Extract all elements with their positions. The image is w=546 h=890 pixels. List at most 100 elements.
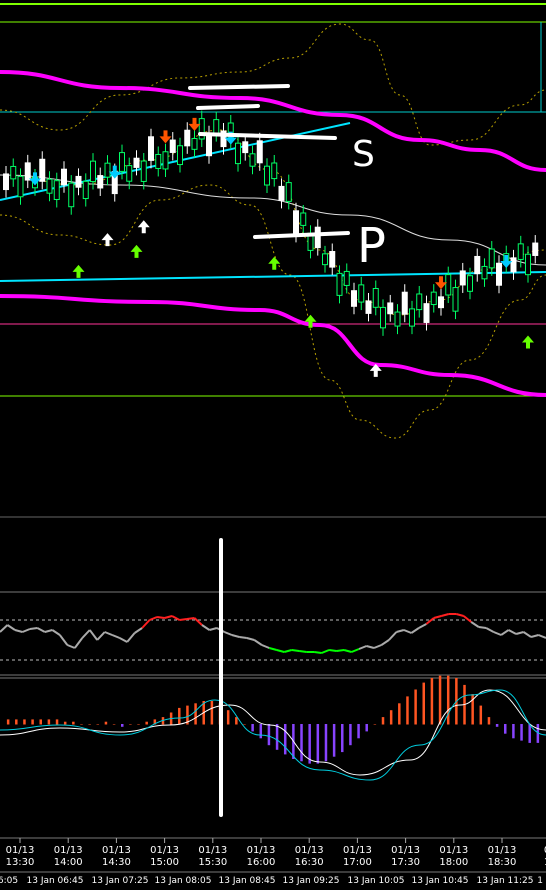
x-tick-date: 01/13 — [439, 845, 468, 856]
oscillator-segment — [66, 644, 76, 649]
oscillator-segment — [209, 627, 218, 631]
candle-body — [264, 165, 270, 186]
oscillator-segment — [231, 634, 240, 638]
oscillator-segment — [156, 616, 165, 619]
buy-arrow-white — [137, 220, 150, 234]
oscillator-segment — [6, 624, 16, 631]
candle-body — [53, 180, 60, 200]
oscillator-panel — [0, 613, 546, 661]
x-tick-bottom-label: 6:05 — [0, 876, 18, 886]
oscillator-segment — [463, 615, 472, 623]
candle-body — [372, 288, 379, 308]
oscillator-segment — [171, 615, 180, 621]
oscillator-segment — [29, 627, 38, 630]
candle-body — [532, 242, 539, 256]
oscillator-segment — [246, 637, 255, 641]
oscillator-segment — [276, 649, 285, 653]
x-tick-bottom-label: 13 Jan 10:45 — [412, 876, 469, 886]
candle-body — [68, 182, 75, 208]
oscillator-segment — [179, 618, 188, 621]
oscillator-segment — [73, 637, 84, 649]
candle-body — [10, 165, 17, 180]
oscillator-segment — [410, 627, 420, 634]
oscillator-segment — [455, 613, 464, 617]
candle-body — [423, 303, 430, 323]
oscillator-segment — [164, 615, 173, 619]
time-axis: 01/1313:3001/1314:0001/1314:3001/1315:00… — [0, 838, 546, 886]
candle-body — [184, 129, 191, 147]
candle-body — [126, 165, 133, 182]
candle-body — [278, 185, 285, 201]
oscillator-segment — [538, 634, 546, 639]
oscillator-segment — [328, 649, 337, 652]
chart-canvas: 01/1313:3001/1314:0001/1314:3001/1315:00… — [0, 3, 546, 886]
oscillator-segment — [493, 631, 502, 636]
candle-body — [249, 153, 256, 167]
oscillator-segment — [51, 629, 61, 636]
x-tick-date: 01/13 — [391, 845, 420, 856]
x-tick-date: 01/13 — [488, 845, 517, 856]
candle-body — [343, 270, 350, 286]
annotation-letter-s: S — [352, 134, 375, 175]
x-tick-date: 01/13 — [295, 845, 324, 856]
candle-body — [430, 291, 437, 306]
oscillator-segment — [141, 619, 151, 629]
candle-body — [517, 243, 524, 260]
candle-body — [452, 287, 459, 312]
candle-body — [496, 262, 502, 286]
candle-body — [61, 168, 67, 186]
candle-body — [90, 160, 96, 183]
oscillator-segment — [418, 623, 427, 629]
annotation-stroke — [188, 84, 290, 90]
annotation-stroke — [253, 231, 350, 239]
candle-body — [39, 158, 46, 182]
candle-body — [140, 160, 147, 182]
candle-body — [314, 226, 321, 249]
x-tick-bottom-label: 13 Jan 11:25 — [477, 876, 534, 886]
sell-arrow-cyan — [29, 172, 41, 186]
oscillator-segment — [81, 629, 91, 639]
oscillator-segment — [201, 624, 210, 631]
x-tick-date: 01/13 — [102, 845, 131, 856]
oscillator-segment — [0, 624, 9, 633]
x-tick-time: 17:00 — [343, 857, 372, 868]
oscillator-segment — [269, 647, 277, 651]
oscillator-segment — [530, 634, 539, 638]
oscillator-segment — [134, 627, 143, 634]
candle-body — [155, 153, 162, 169]
moving-average-lower — [0, 294, 546, 397]
candle-body — [191, 138, 198, 150]
oscillator-segment — [485, 627, 495, 633]
x-tick-date: 01/13 — [247, 845, 276, 856]
candle-body — [525, 253, 531, 276]
candle-body — [82, 180, 89, 200]
candle-body — [133, 157, 140, 168]
oscillator-segment — [119, 637, 128, 643]
candle-body — [358, 284, 365, 303]
candle-body — [162, 151, 169, 170]
oscillator-segment — [515, 631, 524, 635]
oscillator-segment — [22, 628, 31, 633]
candle-body — [401, 291, 408, 315]
x-tick-date: 01/13 — [6, 845, 35, 856]
candle-body — [416, 293, 423, 311]
moving-average-white — [0, 174, 546, 266]
candle-body — [510, 257, 517, 273]
oscillator-segment — [478, 626, 487, 629]
trading-chart: 01/13 13:30 01/13 14:00 01/13 14:30 01/13 15:00… — [0, 0, 546, 886]
x-tick-time: 15:30 — [198, 857, 227, 868]
candle-body — [285, 182, 292, 202]
oscillator-segment — [44, 629, 53, 633]
candle-body — [387, 302, 394, 315]
candle-body — [235, 142, 241, 165]
candle-body — [394, 311, 401, 327]
x-tick-time: 15:00 — [150, 857, 179, 868]
x-tick-bottom-label: 13 Jan 07:25 — [92, 876, 149, 886]
candle-body — [380, 306, 386, 329]
candle-body — [46, 178, 53, 194]
candle-body — [104, 162, 111, 178]
oscillator-segment — [380, 639, 390, 646]
oscillator-segment — [283, 649, 292, 653]
oscillator-segment — [508, 629, 517, 635]
oscillator-segment — [224, 631, 233, 636]
